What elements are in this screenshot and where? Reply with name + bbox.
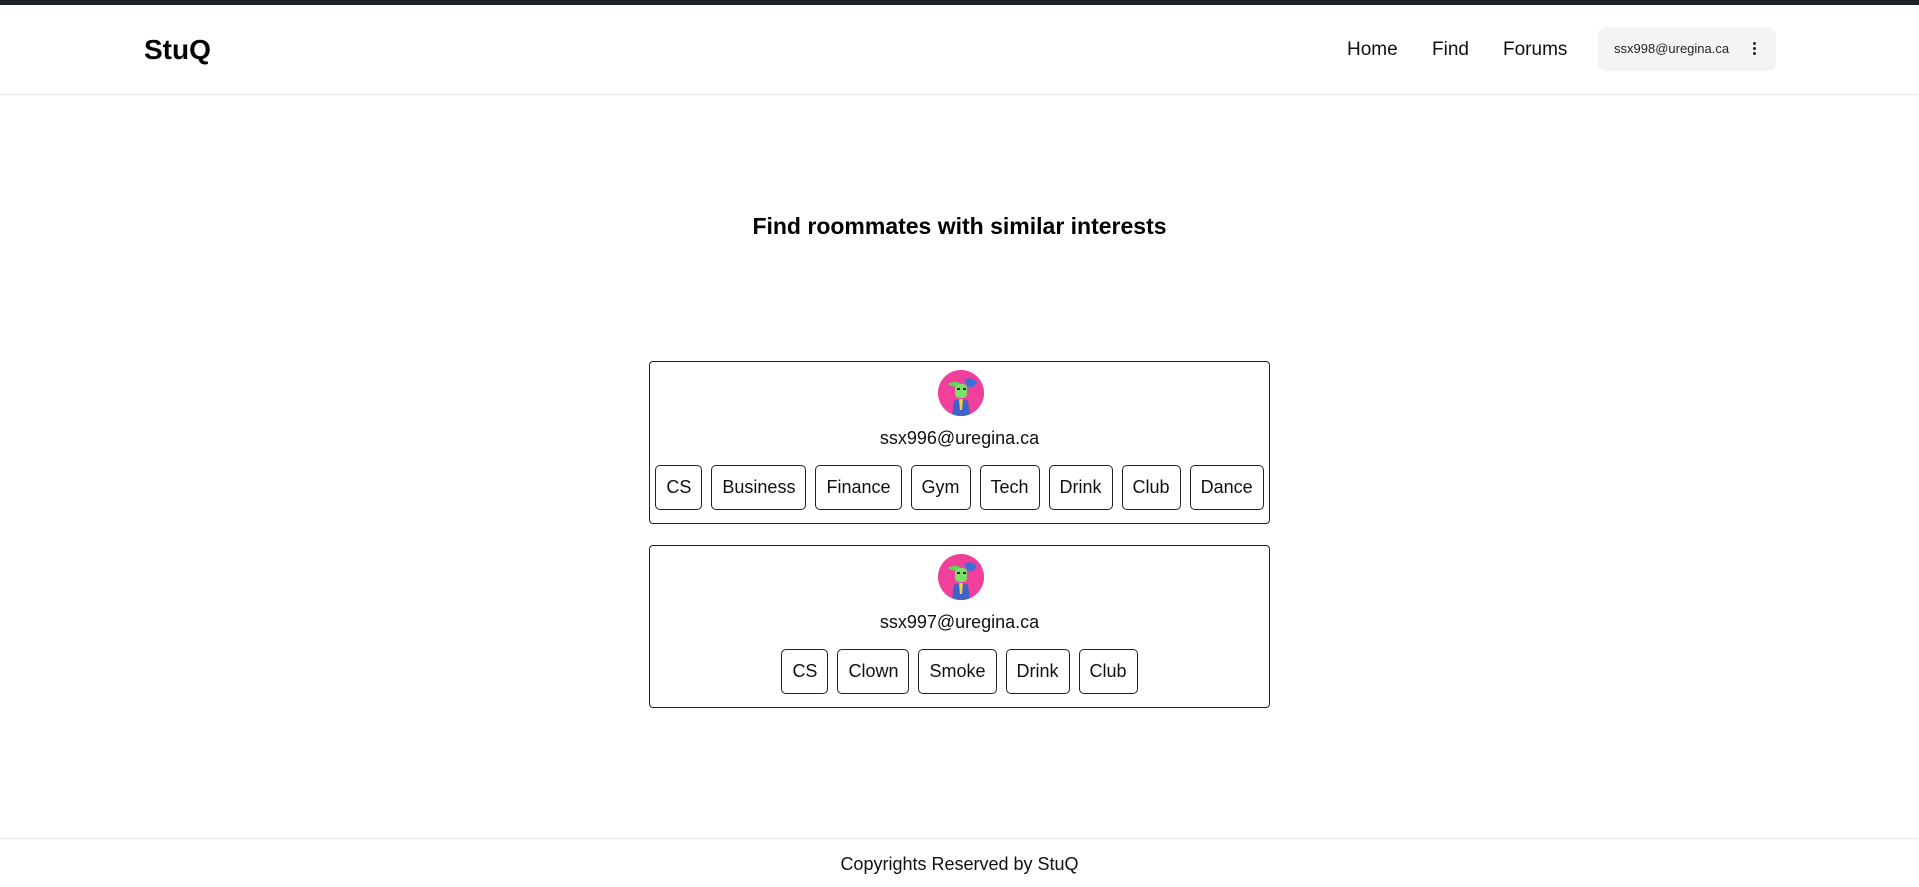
interest-tag[interactable]: Club xyxy=(1078,649,1138,694)
user-email: ssx998@uregina.ca xyxy=(1614,41,1730,56)
interest-tag[interactable]: CS xyxy=(655,465,703,510)
avatar xyxy=(938,554,984,600)
interest-tag[interactable]: Business xyxy=(711,465,807,510)
user-menu-button[interactable]: ssx998@uregina.ca xyxy=(1598,27,1776,71)
nav-find-link[interactable]: Find xyxy=(1432,39,1469,61)
match-email[interactable]: ssx996@uregina.ca xyxy=(650,428,1269,449)
interest-tag[interactable]: Drink xyxy=(1005,649,1070,694)
match-email[interactable]: ssx997@uregina.ca xyxy=(650,612,1269,633)
footer-copyright: Copyrights Reserved by StuQ xyxy=(840,854,1079,874)
interest-tag[interactable]: Dance xyxy=(1189,465,1264,510)
footer: Copyrights Reserved by StuQ xyxy=(0,838,1919,887)
interest-tag[interactable]: Smoke xyxy=(918,649,997,694)
nav-home-link[interactable]: Home xyxy=(1347,39,1398,61)
interest-tag[interactable]: Finance xyxy=(815,465,902,510)
avatar xyxy=(938,370,984,416)
header: StuQ Home Find Forums ssx998@uregina.ca xyxy=(0,5,1919,95)
interest-tag[interactable]: CS xyxy=(781,649,829,694)
interest-tag[interactable]: Drink xyxy=(1048,465,1113,510)
nav-forums-link[interactable]: Forums xyxy=(1503,39,1567,61)
interest-tag[interactable]: Club xyxy=(1121,465,1181,510)
interest-tag[interactable]: Tech xyxy=(979,465,1040,510)
interest-tag[interactable]: Clown xyxy=(837,649,910,694)
page-title: Find roommates with similar interests xyxy=(752,213,1167,239)
interest-tag[interactable]: Gym xyxy=(910,465,971,510)
interest-tags: CS Business Finance Gym Tech Drink Club … xyxy=(650,465,1269,510)
brand-logo[interactable]: StuQ xyxy=(144,34,211,66)
match-card[interactable]: ssx996@uregina.ca CS Business Finance Gy… xyxy=(649,361,1270,524)
match-card[interactable]: ssx997@uregina.ca CS Clown Smoke Drink C… xyxy=(649,545,1270,708)
interest-tags: CS Clown Smoke Drink Club xyxy=(650,649,1269,694)
kebab-menu-icon xyxy=(1753,42,1757,56)
